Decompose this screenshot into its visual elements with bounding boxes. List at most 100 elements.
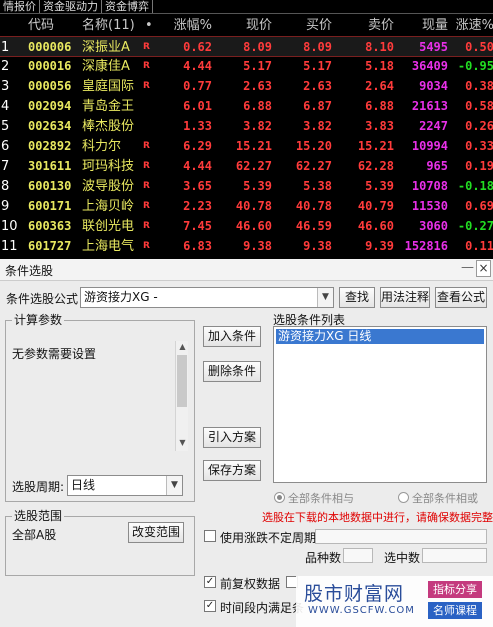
- current-price: 15.21: [235, 139, 272, 153]
- ask-price: 5.39: [365, 179, 394, 193]
- col-change-pct[interactable]: 涨幅%: [168, 15, 212, 36]
- table-row[interactable]: 4 002094 青岛金王 6.01 6.88 6.87 6.88 21613 0.58: [0, 96, 493, 117]
- speed-pct: 0.69: [465, 199, 493, 213]
- table-row[interactable]: 7 301611 珂玛科技 R 4.44 62.27 62.27 62.28 965 0.19: [0, 156, 493, 177]
- speed-pct: 0.19: [465, 159, 493, 173]
- current-price: 2.63: [243, 79, 272, 93]
- ask-price: 5.18: [365, 59, 394, 73]
- col-speed[interactable]: 涨速%: [454, 15, 493, 36]
- col-name[interactable]: 名称(11): [82, 15, 144, 36]
- change-pct: 0.77: [183, 79, 212, 93]
- row-index: 2: [1, 59, 10, 74]
- stock-code: 002094: [28, 99, 72, 113]
- import-plan-button[interactable]: 引入方案: [203, 427, 261, 448]
- speed-pct: -0.95: [457, 59, 493, 73]
- current-price: 5.17: [243, 59, 272, 73]
- stock-code: 600171: [28, 199, 72, 213]
- row-index: 5: [1, 119, 10, 134]
- watermark-tag-share: 指标分享: [428, 581, 482, 598]
- ask-price: 40.79: [357, 199, 394, 213]
- condition-item[interactable]: 游资接力XG 日线: [276, 329, 484, 344]
- change-pct: 4.44: [183, 59, 212, 73]
- volume: 10994: [411, 139, 448, 153]
- col-bid[interactable]: 买价: [286, 15, 332, 36]
- stock-code: 002634: [28, 119, 72, 133]
- row-index: 10: [1, 219, 18, 234]
- current-price: 6.88: [243, 99, 272, 113]
- volume: 3060: [419, 219, 448, 233]
- volume: 152816: [404, 239, 448, 253]
- margin-flag: R: [143, 42, 150, 52]
- margin-flag: R: [143, 61, 150, 71]
- table-row[interactable]: 1 000006 深振业A R 0.62 8.09 8.09 8.10 5495 0.50: [0, 36, 493, 57]
- stock-code: 000016: [28, 59, 72, 73]
- row-index: 7: [1, 159, 10, 174]
- change-range-button[interactable]: 改变范围: [128, 522, 184, 543]
- forward-adjust-label: 前复权数据: [220, 577, 281, 591]
- period-select[interactable]: 日线 ▼: [67, 475, 183, 496]
- table-row[interactable]: 9 600171 上海贝岭 R 2.23 40.78 40.78 40.79 11530 0.69: [0, 196, 493, 217]
- table-row[interactable]: 6 002892 科力尔 R 6.29 15.21 15.20 15.21 10994 0.33: [0, 136, 493, 157]
- margin-flag: R: [143, 201, 150, 211]
- stock-name: 联创光电: [82, 219, 135, 234]
- uncertain-period-field[interactable]: [315, 529, 487, 544]
- ask-price: 2.64: [365, 79, 394, 93]
- col-current-price[interactable]: 现价: [226, 15, 272, 36]
- scroll-thumb[interactable]: [177, 355, 187, 407]
- range-value: 全部A股: [12, 528, 57, 542]
- speed-pct: -0.27: [457, 219, 493, 233]
- chevron-down-icon[interactable]: ▼: [166, 476, 182, 495]
- period-satisfy-checkbox[interactable]: ✓: [204, 600, 216, 612]
- radio-all-and[interactable]: 全部条件相与: [274, 490, 354, 506]
- tab-quote[interactable]: 情报价: [0, 0, 40, 13]
- period-label: 选股周期:: [12, 480, 65, 494]
- bid-price: 15.20: [295, 139, 332, 153]
- stock-code: 000056: [28, 79, 72, 93]
- col-dot: •: [145, 18, 153, 33]
- table-row[interactable]: 5 002634 棒杰股份 1.33 3.82 3.82 3.83 2247 0.26: [0, 116, 493, 137]
- row-index: 3: [1, 79, 10, 94]
- bid-price: 62.27: [295, 159, 332, 173]
- col-code[interactable]: 代码: [28, 15, 76, 36]
- scroll-down-icon[interactable]: ▼: [176, 437, 189, 449]
- table-row[interactable]: 10 600363 联创光电 R 7.45 46.60 46.59 46.60 3060 -0.2…: [0, 216, 493, 237]
- tab-fund-game[interactable]: 资金博弈: [102, 0, 153, 13]
- tab-fund-drive[interactable]: 资金驱动力: [40, 0, 102, 13]
- forward-adjust-checkbox[interactable]: ✓: [204, 576, 216, 588]
- top-tab-strip: 情报价 资金驱动力 资金博弈: [0, 0, 493, 14]
- find-button[interactable]: 查找: [339, 287, 375, 308]
- scroll-up-icon[interactable]: ▲: [176, 341, 189, 353]
- save-plan-button[interactable]: 保存方案: [203, 460, 261, 481]
- table-row[interactable]: 2 000016 深康佳A R 4.44 5.17 5.17 5.18 36409 -0.95: [0, 56, 493, 77]
- dialog-title: 条件选股: [5, 264, 54, 278]
- usage-notes-button[interactable]: 用法注释: [380, 287, 430, 308]
- minimize-icon[interactable]: —: [461, 260, 474, 275]
- volume: 9034: [419, 79, 448, 93]
- count-field: [343, 548, 373, 563]
- volume: 10708: [411, 179, 448, 193]
- table-row[interactable]: 11 601727 上海电气 R 6.83 9.38 9.38 9.39 152816 0.11: [0, 236, 493, 257]
- table-header: 代码 名称(11) • 涨幅% 现价 买价 卖价 现量 涨速%: [0, 15, 493, 36]
- uncertain-period-checkbox[interactable]: [204, 530, 216, 542]
- params-scrollbar[interactable]: ▲ ▼: [175, 341, 188, 451]
- add-condition-button[interactable]: 加入条件: [203, 326, 261, 347]
- speed-pct: 0.58: [465, 99, 493, 113]
- delete-condition-button[interactable]: 删除条件: [203, 361, 261, 382]
- table-row[interactable]: 8 600130 波导股份 R 3.65 5.39 5.38 5.39 10708 -0.18: [0, 176, 493, 197]
- margin-flag: [143, 116, 157, 137]
- radio-all-or[interactable]: 全部条件相或: [398, 490, 478, 506]
- params-group-caption: 计算参数: [12, 313, 65, 327]
- close-icon[interactable]: ×: [476, 260, 491, 277]
- table-row[interactable]: 3 000056 皇庭国际 R 0.77 2.63 2.63 2.64 9034 0.38: [0, 76, 493, 97]
- view-formula-button[interactable]: 查看公式: [435, 287, 487, 308]
- condition-list[interactable]: 游资接力XG 日线: [273, 326, 487, 483]
- formula-label: 条件选股公式: [6, 292, 79, 306]
- col-volume[interactable]: 现量: [400, 15, 448, 36]
- formula-select[interactable]: 游资接力XG - ▼: [80, 287, 334, 308]
- col-ask[interactable]: 卖价: [346, 15, 394, 36]
- chevron-down-icon[interactable]: ▼: [317, 288, 333, 307]
- ask-price: 3.83: [365, 119, 394, 133]
- range-group-caption: 选股范围: [12, 509, 65, 523]
- ask-price: 8.10: [365, 40, 394, 54]
- row-index: 1: [1, 40, 10, 55]
